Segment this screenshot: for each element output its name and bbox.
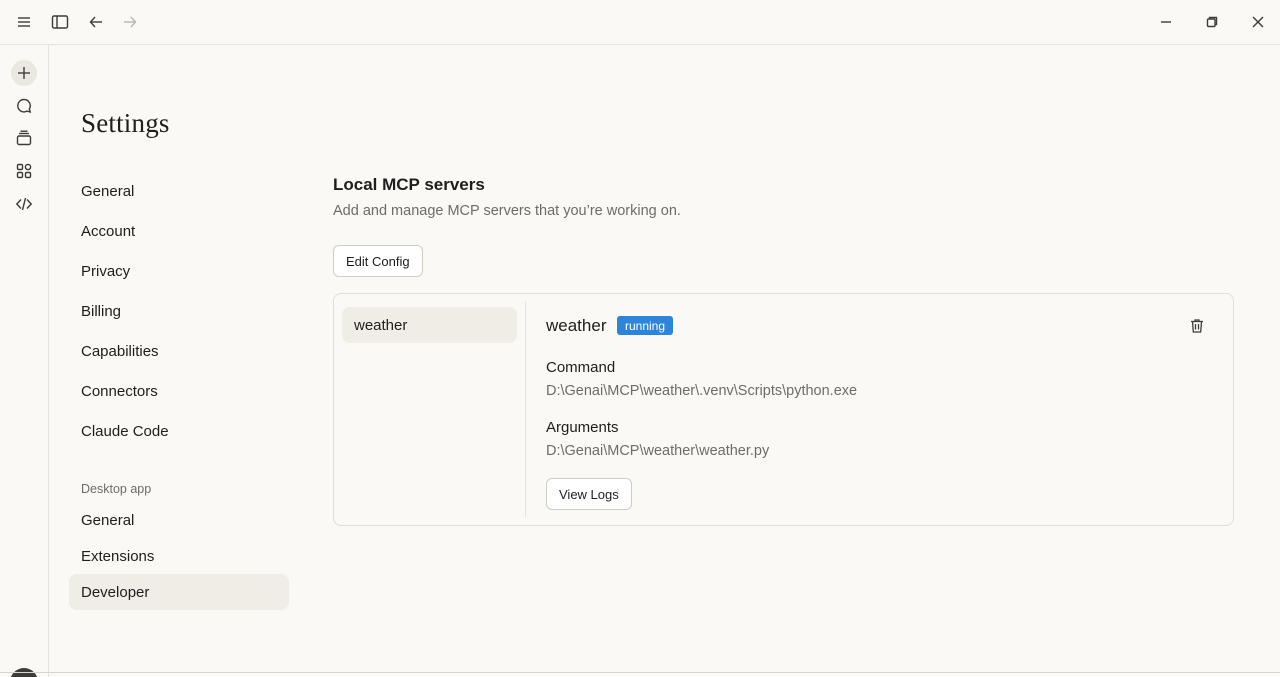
section-subtitle: Add and manage MCP servers that you’re w… — [333, 203, 681, 219]
nav-item-developer[interactable]: Developer — [69, 574, 289, 610]
nav-item-privacy[interactable]: Privacy — [69, 253, 289, 289]
page-title: Settings — [81, 108, 170, 138]
menu-icon[interactable] — [11, 9, 37, 35]
window-bottom-edge — [0, 672, 1280, 673]
status-badge: running — [617, 316, 674, 335]
section-title: Local MCP servers — [333, 175, 485, 194]
nav-section-desktop-app: Desktop app — [81, 482, 152, 496]
artifacts-icon[interactable] — [11, 158, 37, 184]
nav-item-account[interactable]: Account — [69, 213, 289, 249]
nav-item-claude-code[interactable]: Claude Code — [69, 413, 289, 449]
nav-item-extensions[interactable]: Extensions — [69, 538, 289, 574]
sidebar-toggle-icon[interactable] — [47, 9, 73, 35]
forward-arrow-icon[interactable] — [117, 9, 143, 35]
view-logs-button[interactable]: View Logs — [546, 478, 632, 510]
trash-icon[interactable] — [1186, 315, 1208, 337]
back-arrow-icon[interactable] — [83, 9, 109, 35]
server-list-item[interactable]: weather — [342, 307, 517, 343]
code-icon[interactable] — [11, 191, 37, 217]
arguments-label: Arguments — [546, 419, 619, 436]
title-bar — [0, 0, 1280, 45]
nav-item-billing[interactable]: Billing — [69, 293, 289, 329]
chat-icon[interactable] — [11, 93, 37, 119]
panel-divider — [525, 301, 526, 517]
command-label: Command — [546, 359, 616, 376]
command-value: D:\Genai\MCP\weather\.venv\Scripts\pytho… — [546, 383, 858, 399]
minimize-icon[interactable] — [1153, 9, 1179, 35]
nav-item-capabilities[interactable]: Capabilities — [69, 333, 289, 369]
arguments-value: D:\Genai\MCP\weather\weather.py — [546, 443, 770, 459]
nav-item-general[interactable]: General — [69, 173, 289, 209]
close-icon[interactable] — [1245, 9, 1271, 35]
nav-item-desktop-general[interactable]: General — [69, 502, 289, 538]
projects-icon[interactable] — [11, 125, 37, 151]
edit-config-button[interactable]: Edit Config — [333, 245, 423, 277]
plus-icon[interactable] — [11, 60, 37, 86]
icon-rail — [0, 45, 49, 677]
nav-item-connectors[interactable]: Connectors — [69, 373, 289, 409]
restore-icon[interactable] — [1199, 9, 1225, 35]
server-name: weather — [546, 316, 607, 335]
